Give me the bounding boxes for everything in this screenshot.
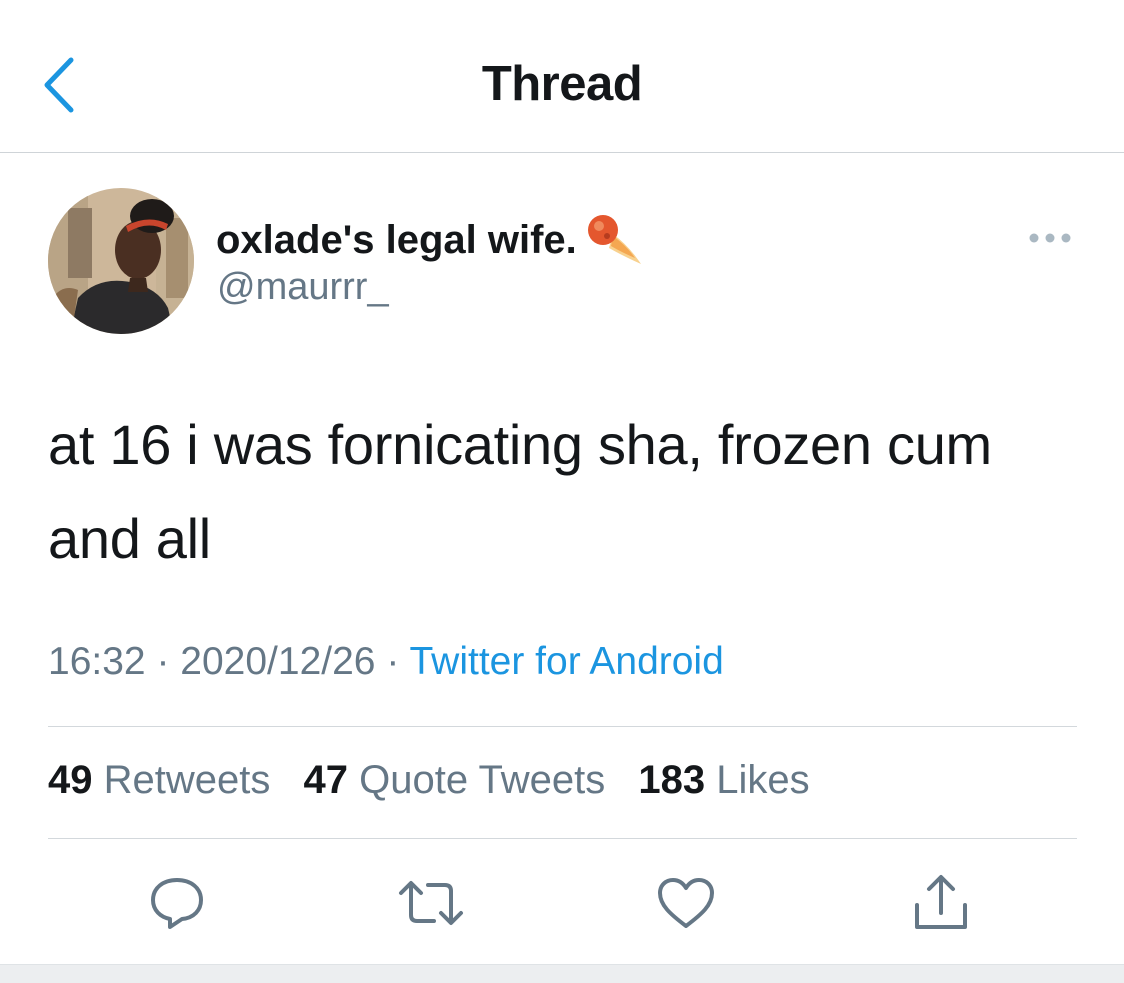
retweet-icon: [399, 881, 463, 925]
share-button[interactable]: [906, 868, 976, 938]
page-title: Thread: [481, 57, 643, 111]
more-options-button[interactable]: [1018, 218, 1082, 258]
divider: [48, 838, 1077, 839]
thread-screen: Thread oxlade's legal wife. @maurrr_ at …: [0, 0, 1124, 983]
like-button[interactable]: [651, 868, 721, 938]
quote-tweets-count: 47: [303, 758, 349, 802]
avatar[interactable]: [48, 188, 194, 334]
retweets-label: Retweets: [103, 758, 271, 802]
author-name-text: oxlade's legal wife.: [216, 217, 577, 262]
quote-tweets-stat[interactable]: 47 Quote Tweets: [304, 758, 617, 802]
likes-stat[interactable]: 183 Likes: [638, 758, 809, 802]
meta-separator: ·: [156, 640, 170, 683]
tweet-date: 2020/12/26: [180, 640, 376, 683]
likes-label: Likes: [716, 758, 810, 802]
retweets-count: 49: [48, 758, 93, 802]
heart-icon: [658, 878, 714, 928]
tweet-text: at 16 i was fornicating sha, frozen cum …: [48, 413, 992, 570]
reply-button[interactable]: [142, 868, 212, 938]
ellipsis-icon: [1029, 233, 1071, 243]
share-icon: [915, 875, 967, 929]
tweet-stats: 49 Retweets 47 Quote Tweets 183 Likes: [48, 758, 832, 803]
comet-icon: [587, 215, 641, 264]
tweet-source-link[interactable]: Twitter for Android: [409, 640, 723, 683]
nav-header: Thread: [0, 0, 1124, 153]
tweet-meta: 16:32 · 2020/12/26 · Twitter for Android: [48, 640, 724, 684]
bottom-divider-bar: [0, 964, 1124, 983]
author-handle[interactable]: @maurrr_: [217, 266, 389, 309]
retweets-stat[interactable]: 49 Retweets: [48, 758, 282, 802]
reply-icon: [151, 878, 203, 929]
author-name[interactable]: oxlade's legal wife.: [216, 212, 643, 268]
divider: [48, 726, 1077, 727]
retweet-button[interactable]: [396, 868, 466, 938]
quote-tweets-label: Quote Tweets: [359, 758, 606, 802]
meta-separator: ·: [386, 640, 400, 683]
tweet-time: 16:32: [48, 640, 146, 683]
likes-count: 183: [638, 758, 706, 802]
